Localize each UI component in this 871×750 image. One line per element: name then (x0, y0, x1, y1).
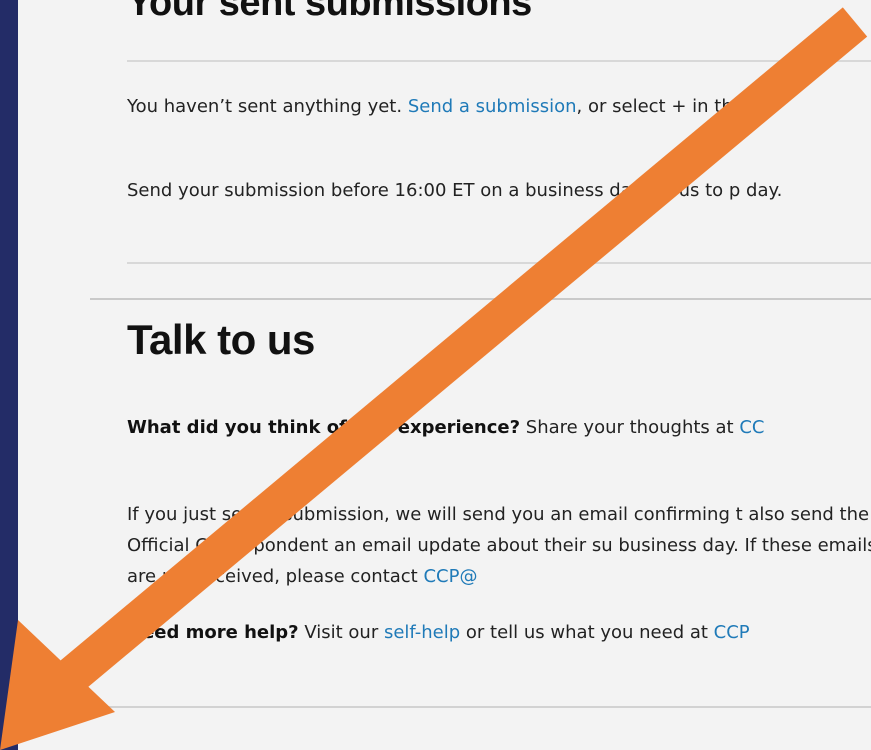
help-email-link[interactable]: CCP (714, 622, 750, 643)
page: Your sent submissions You haven’t sent a… (0, 0, 871, 750)
deadline-text: Send your submission before 16:00 ET on … (127, 180, 783, 201)
talk-to-us-title: Talk to us (127, 316, 315, 363)
empty-state-prefix: You haven’t sent anything yet. (127, 96, 408, 117)
feedback-text: What did you think of this experience? S… (127, 412, 764, 443)
help-body-1: Visit our (298, 622, 384, 643)
help-question: Need more help? (127, 622, 299, 643)
sent-submissions-title: Your sent submissions (127, 0, 532, 24)
confirmation-text: If you just sent a submission, we will s… (127, 499, 871, 592)
confirmation-body: If you just sent a submission, we will s… (127, 504, 871, 587)
divider (127, 60, 871, 62)
contact-email-link[interactable]: CCP@ (423, 566, 477, 587)
empty-state-suffix: , or select + in the (576, 96, 744, 117)
section-divider (90, 298, 871, 300)
feedback-question: What did you think of this experience? (127, 417, 521, 438)
feedback-body: Share your thoughts at (520, 417, 740, 438)
divider (90, 706, 871, 708)
feedback-email-link[interactable]: CC (739, 417, 764, 438)
send-submission-link[interactable]: Send a submission (408, 96, 577, 117)
divider (127, 262, 871, 264)
help-body-2: or tell us what you need at (460, 622, 714, 643)
left-navigation-rail (0, 0, 18, 750)
self-help-link[interactable]: self-help (384, 622, 460, 643)
help-text: Need more help? Visit our self-help or t… (127, 617, 750, 648)
empty-state-text: You haven’t sent anything yet. Send a su… (127, 91, 744, 122)
